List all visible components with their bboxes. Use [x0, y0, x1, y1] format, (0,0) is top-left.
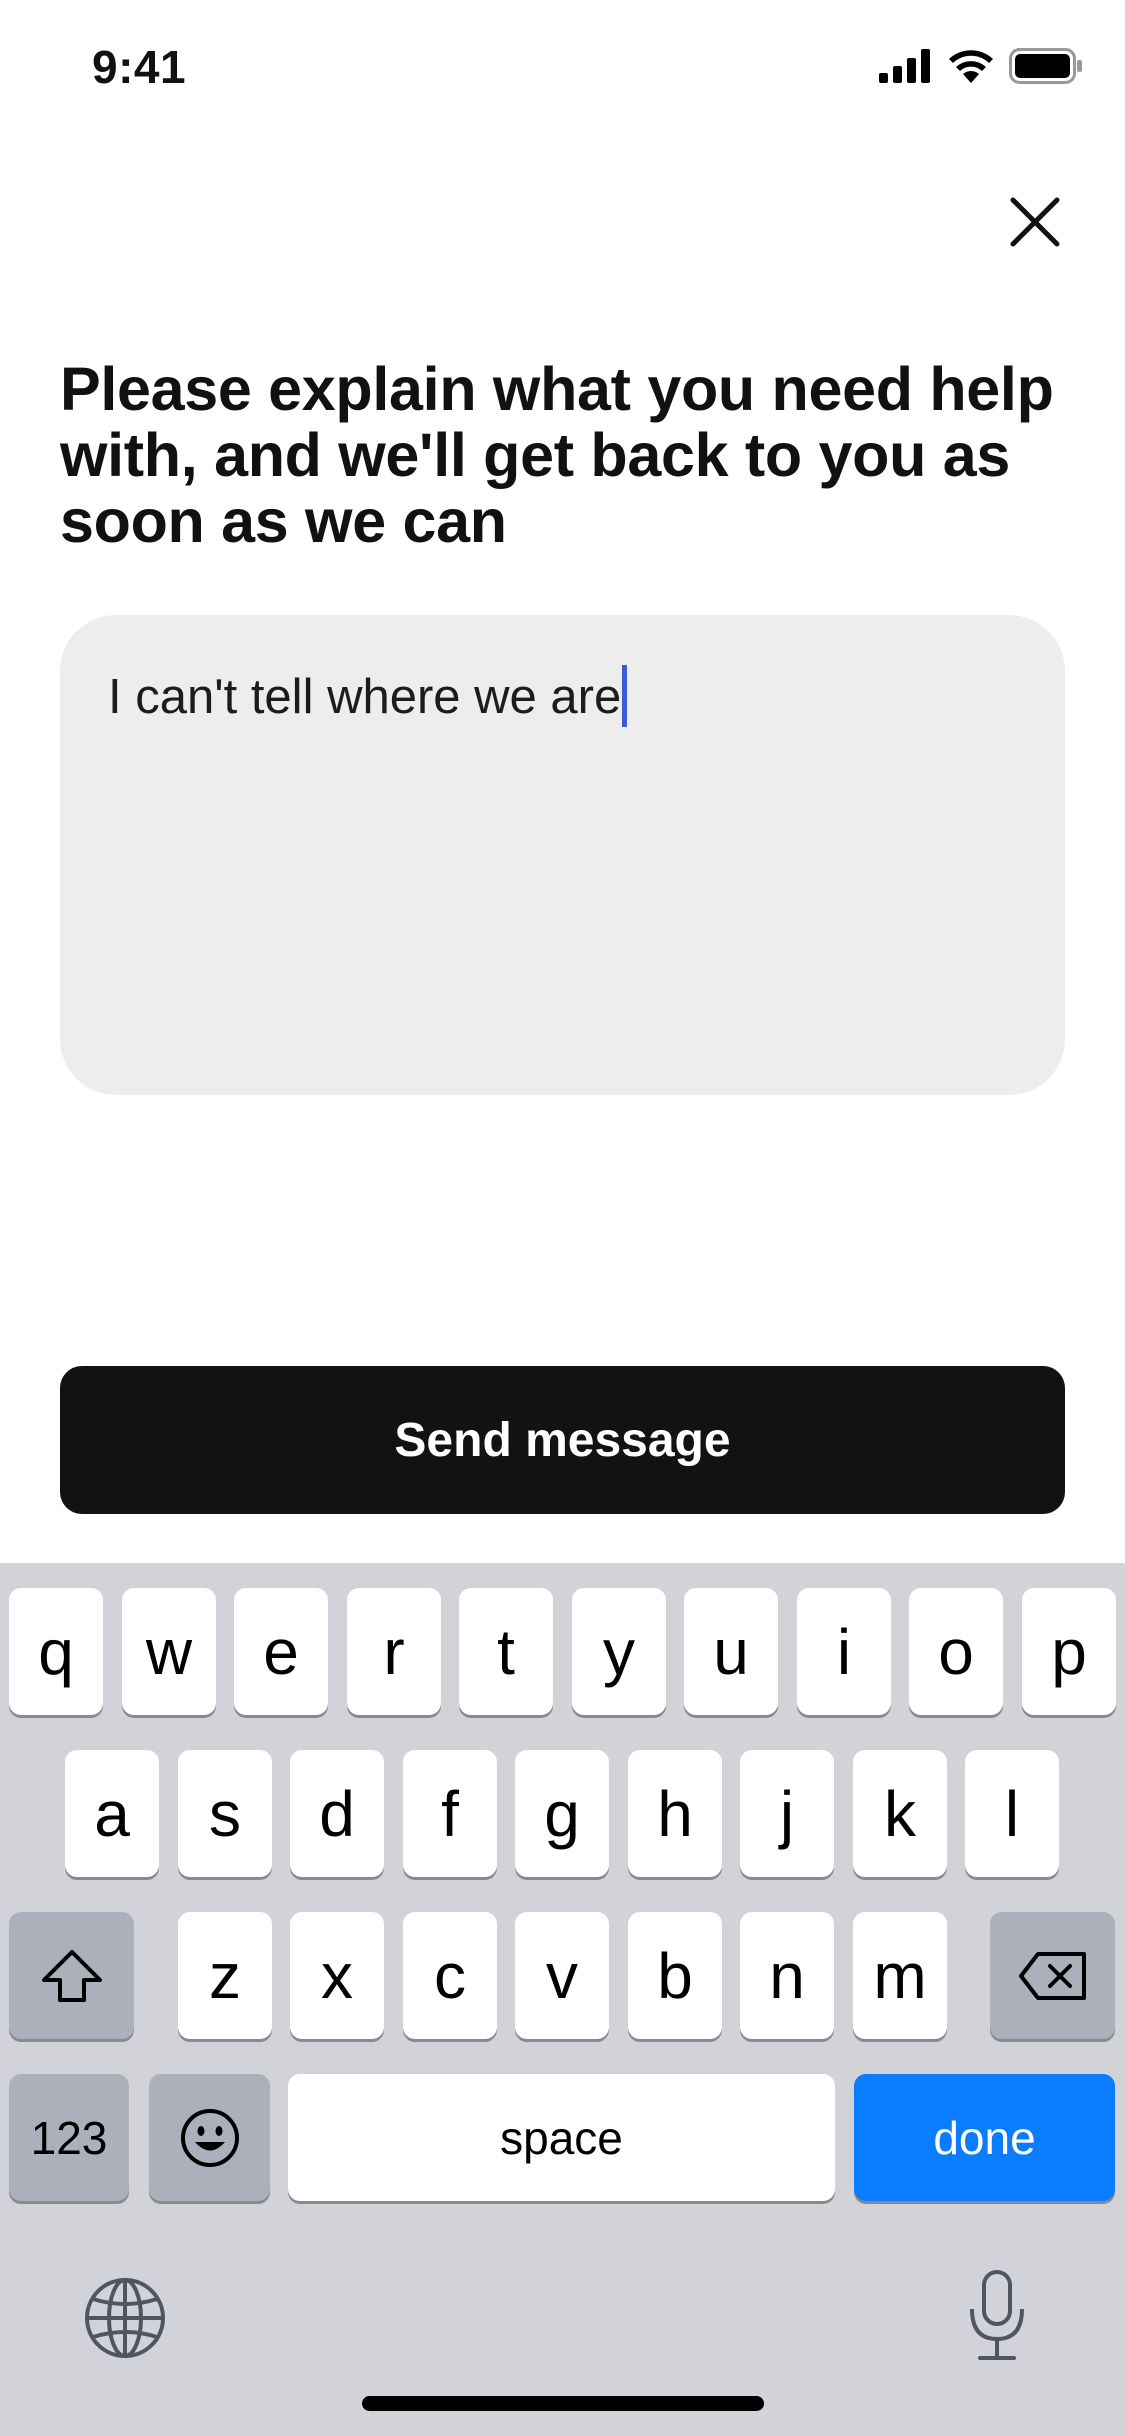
shift-icon [41, 1949, 102, 2002]
delete-key[interactable] [990, 1912, 1115, 2039]
key-u[interactable]: u [684, 1588, 778, 1715]
key-a[interactable]: a [65, 1750, 159, 1877]
delete-icon [1018, 1951, 1086, 2000]
key-c[interactable]: c [403, 1912, 497, 2039]
send-message-button[interactable]: Send message [60, 1366, 1065, 1514]
key-i[interactable]: i [797, 1588, 891, 1715]
emoji-icon [180, 2108, 239, 2167]
key-m[interactable]: m [853, 1912, 947, 2039]
microphone-icon [970, 2270, 1024, 2360]
key-j[interactable]: j [740, 1750, 834, 1877]
emoji-key[interactable] [149, 2074, 270, 2201]
key-v[interactable]: v [515, 1912, 609, 2039]
key-k[interactable]: k [853, 1750, 947, 1877]
done-key[interactable]: done [854, 2074, 1115, 2201]
status-icons [879, 48, 1083, 84]
key-x[interactable]: x [290, 1912, 384, 2039]
home-indicator[interactable] [362, 2396, 764, 2411]
message-value: I can't tell where we are [108, 670, 622, 724]
globe-button[interactable] [82, 2275, 168, 2361]
key-r[interactable]: r [347, 1588, 441, 1715]
page-title: Please explain what you need help with, … [60, 355, 1054, 555]
key-y[interactable]: y [572, 1588, 666, 1715]
key-p[interactable]: p [1022, 1588, 1116, 1715]
globe-icon [85, 2278, 165, 2358]
wifi-icon [949, 50, 993, 83]
key-e[interactable]: e [234, 1588, 328, 1715]
key-o[interactable]: o [909, 1588, 1003, 1715]
numbers-key[interactable]: 123 [9, 2074, 129, 2201]
key-h[interactable]: h [628, 1750, 722, 1877]
dictation-button[interactable] [966, 2269, 1028, 2363]
status-time: 9:41 [92, 41, 187, 93]
battery-icon [1009, 48, 1082, 84]
close-icon [1010, 197, 1060, 247]
key-l[interactable]: l [965, 1750, 1059, 1877]
key-n[interactable]: n [740, 1912, 834, 2039]
key-z[interactable]: z [178, 1912, 272, 2039]
key-w[interactable]: w [122, 1588, 216, 1715]
keyboard: q w e r t y u i o p a s d f g h j k l z … [0, 1563, 1125, 2436]
cellular-signal-icon [879, 49, 930, 83]
message-textarea[interactable]: I can't tell where we are [60, 615, 1065, 1095]
key-f[interactable]: f [403, 1750, 497, 1877]
key-g[interactable]: g [515, 1750, 609, 1877]
close-button[interactable] [1003, 190, 1067, 254]
key-s[interactable]: s [178, 1750, 272, 1877]
key-t[interactable]: t [459, 1588, 553, 1715]
space-key[interactable]: space [288, 2074, 835, 2201]
status-bar: 9:41 [0, 0, 1125, 135]
message-text: I can't tell where we are [108, 665, 628, 727]
text-caret [622, 665, 628, 727]
key-q[interactable]: q [9, 1588, 103, 1715]
shift-key[interactable] [9, 1912, 134, 2039]
key-d[interactable]: d [290, 1750, 384, 1877]
key-b[interactable]: b [628, 1912, 722, 2039]
